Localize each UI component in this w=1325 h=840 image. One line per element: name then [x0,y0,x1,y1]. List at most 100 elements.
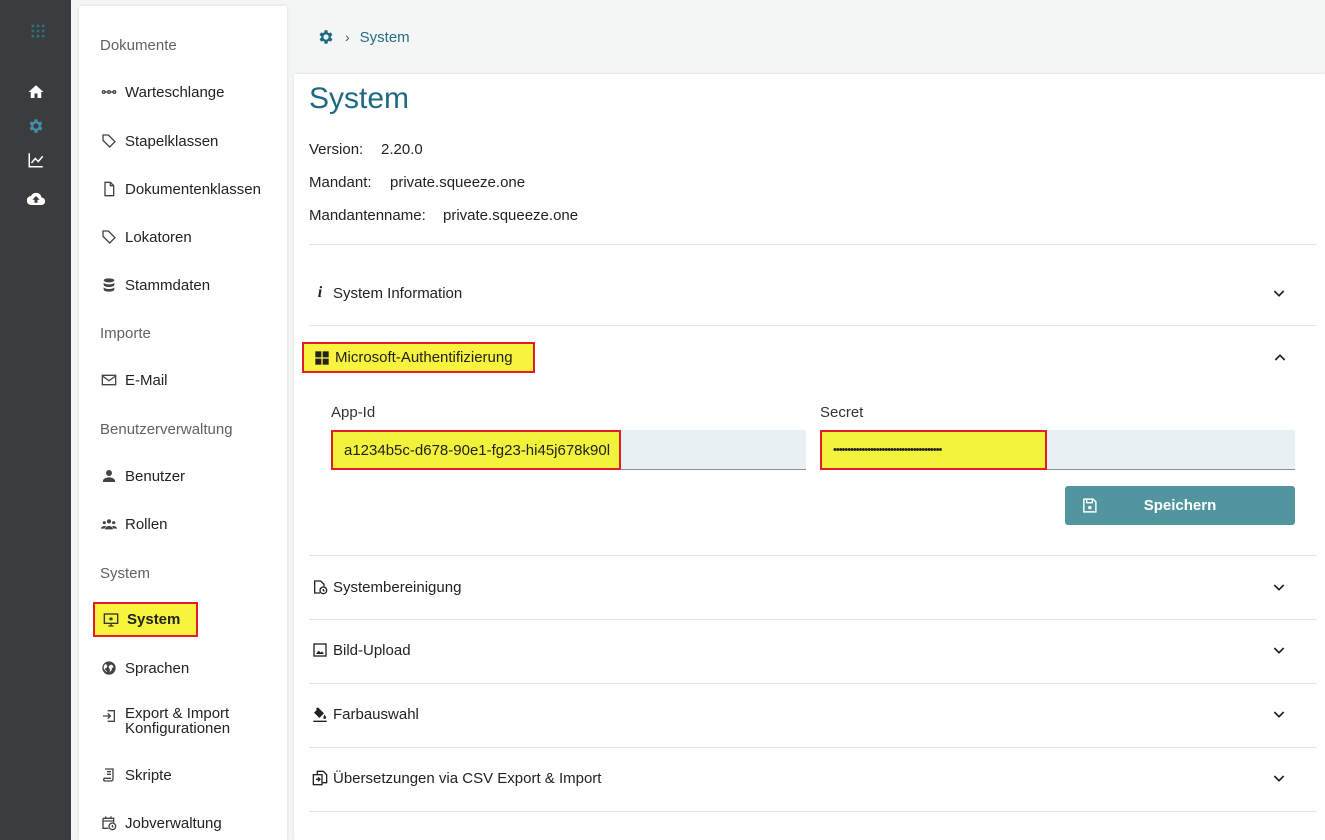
save-button-label: Speichern [1143,497,1217,514]
secret-input[interactable]: •••••••••••••••••••••••••••••••••••••• [820,430,1295,470]
menu-item-queue[interactable]: Warteschlange [100,80,225,104]
breadcrumb: › System [317,28,410,46]
chevron-down-icon [1273,290,1285,297]
scroll-icon [100,766,118,784]
file-export-icon [311,769,329,787]
user-icon [100,467,118,485]
tenant-label: Mandant: [309,174,372,191]
accordion-color-picker[interactable]: Farbauswahl [309,689,1317,739]
home-icon[interactable] [25,81,47,103]
file-icon [100,180,118,198]
menu-item-label: System [127,611,181,628]
menu-item-system[interactable]: System [93,602,198,637]
windows-icon [313,349,331,367]
accordion-image-upload[interactable]: Bild-Upload [309,625,1317,675]
menu-item-label: Lokatoren [125,228,192,246]
chevron-down-icon [1273,711,1285,718]
accordion-title: Microsoft-Authentifizierung [335,349,513,366]
accordion-system-information[interactable]: i System Information [309,268,1317,318]
menu-item-label: Benutzer [125,467,186,485]
menu-item-label: Skripte [125,766,172,784]
tags-icon [100,228,118,246]
divider [309,811,1317,812]
secret-value: •••••••••••••••••••••••••••••••••••••• [820,430,1047,470]
chevron-down-icon [1273,775,1285,782]
queue-icon [100,83,118,101]
version-row: Version: 2.20.0 [309,141,423,158]
settings-gear-icon[interactable] [25,115,47,137]
chevron-down-icon [1273,647,1285,654]
save-button[interactable]: Speichern [1065,486,1295,525]
tag-icon [100,132,118,150]
breadcrumb-current[interactable]: System [360,29,410,46]
monitor-gear-icon [102,611,120,629]
menu-item-label: Stammdaten [125,276,211,294]
accordion-system-cleanup[interactable]: Systembereinigung [309,562,1317,612]
divider [309,619,1317,620]
tenant-name-value: private.squeeze.one [443,207,579,224]
floppy-disk-icon [1083,498,1097,513]
menu-item-label: Jobverwaltung [125,814,222,832]
chevron-right-icon: › [345,29,350,45]
app-id-input[interactable]: a1234b5c-d678-90e1-fg23-hi45j678k90l [331,430,806,470]
menu-item-label-line1: Export & Import [125,705,230,722]
section-user-management: Benutzerverwaltung [100,421,233,438]
menu-item-roles[interactable]: Rollen [100,512,168,536]
cloud-upload-icon[interactable] [25,188,47,210]
users-group-icon [100,515,118,533]
secret-label: Secret [820,404,864,421]
chevron-up-icon[interactable] [1272,350,1288,366]
chevron-down-icon [1273,584,1285,591]
accordion-title: Bild-Upload [333,641,411,659]
menu-item-locators[interactable]: Lokatoren [100,225,192,249]
app-id-value: a1234b5c-d678-90e1-fg23-hi45j678k90l [331,430,621,470]
menu-item-export-import[interactable]: Export & Import Konfigurationen [100,706,230,740]
tenant-name-label: Mandantenname: [309,207,426,224]
menu-item-label: Warteschlange [125,83,225,101]
menu-item-label: Dokumentenklassen [125,180,261,198]
envelope-icon [100,371,118,389]
tenant-name-row: Mandantenname: private.squeeze.one [309,207,578,224]
settings-menu: Dokumente Warteschlange Stapelklassen Do… [79,6,287,840]
menu-item-email[interactable]: E-Mail [100,368,168,392]
menu-item-label-line2: Konfigurationen [125,720,231,737]
menu-item-scripts[interactable]: Skripte [100,763,172,787]
accordion-microsoft-auth[interactable]: Microsoft-Authentifizierung [302,342,535,373]
menu-item-label: Sprachen [125,659,190,677]
divider [309,244,1317,245]
section-documents: Dokumente [100,37,177,54]
accordion-translations[interactable]: Übersetzungen via CSV Export & Import [309,753,1317,803]
image-icon [311,641,329,659]
menu-item-label: E-Mail [125,371,168,389]
page-title: System [309,82,410,115]
menu-item-languages[interactable]: Sprachen [100,656,189,680]
divider [309,555,1317,556]
accordion-title: Farbauswahl [333,705,419,723]
settings-gear-icon[interactable] [317,28,335,46]
menu-item-document-classes[interactable]: Dokumentenklassen [100,177,261,201]
calendar-clock-icon [100,814,118,832]
accordion-title: Systembereinigung [333,578,462,596]
chart-line-icon[interactable] [25,149,47,171]
menu-item-users[interactable]: Benutzer [100,464,185,488]
accordion-title: Übersetzungen via CSV Export & Import [333,769,602,787]
menu-item-batch-classes[interactable]: Stapelklassen [100,129,218,153]
divider [309,747,1317,748]
paint-bucket-icon [311,705,329,723]
divider [309,325,1317,326]
file-clock-icon [311,578,329,596]
app-id-label: App-Id [331,404,376,421]
section-system: System [100,565,151,582]
section-imports: Importe [100,325,151,342]
version-label: Version: [309,141,364,158]
menu-item-label-multiline: Export & Import Konfigurationen [125,706,230,736]
info-icon: i [317,284,323,301]
system-card: System Version: 2.20.0 Mandant: private.sq… [294,74,1325,840]
database-icon [100,276,118,294]
menu-item-jobs[interactable]: Jobverwaltung [100,811,222,835]
sign-in-icon [100,707,118,725]
app-rail [0,0,71,840]
menu-item-master-data[interactable]: Stammdaten [100,273,210,297]
menu-item-label: Rollen [125,515,168,533]
globe-icon [100,659,118,677]
